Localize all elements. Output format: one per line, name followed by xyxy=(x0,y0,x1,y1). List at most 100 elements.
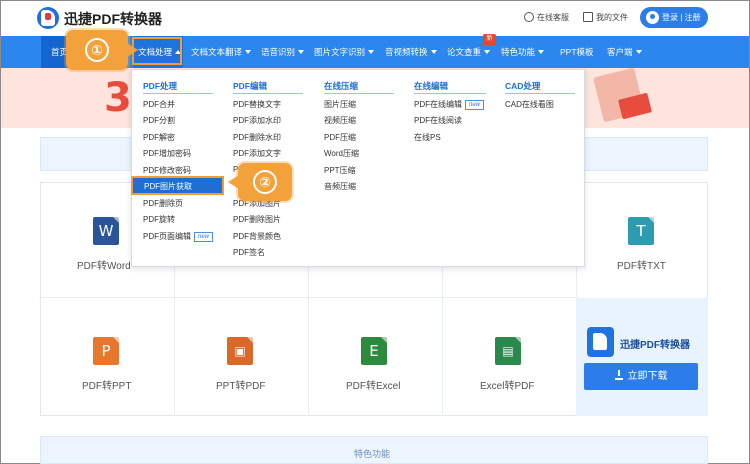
menu-item-pdf-page-edit-label: PDF页面编辑 xyxy=(143,232,191,241)
step-number-1: ① xyxy=(85,38,109,62)
new-tag: new xyxy=(465,100,485,110)
step-callout-1: ① xyxy=(66,30,138,70)
menu-item-pdf-add-password[interactable]: PDF增加密码 xyxy=(143,148,191,159)
menu-item-pdf-online-read[interactable]: PDF在线阅读 xyxy=(414,115,462,126)
step-callout-2: ② xyxy=(228,163,292,201)
online-service-label: 在线客服 xyxy=(537,13,569,22)
caret-down-icon xyxy=(430,50,437,54)
ppt-to-pdf-icon[interactable]: ▣ xyxy=(227,337,253,365)
step-number-2: ② xyxy=(253,170,277,194)
tool-pdf-to-ppt[interactable]: PDF转PPT xyxy=(82,377,131,392)
new-tag: new xyxy=(194,232,214,242)
user-avatar-icon xyxy=(646,11,659,24)
nav-client[interactable]: 客户端 xyxy=(607,36,642,68)
menu-item-cad-online-view[interactable]: CAD在线看图 xyxy=(505,99,554,110)
caret-down-icon xyxy=(484,50,491,54)
dropdown-col-heading: PDF编辑 xyxy=(233,81,268,91)
nav-paper-check-label: 论文查重 xyxy=(447,47,482,57)
menu-item-pdf-image-extract[interactable]: PDF图片获取 xyxy=(131,176,224,195)
tool-pdf-to-word[interactable]: PDF转Word xyxy=(77,257,131,272)
tool-ppt-to-pdf[interactable]: PPT转PDF xyxy=(216,377,265,392)
caret-down-icon xyxy=(635,50,642,54)
txt-file-icon[interactable]: T xyxy=(628,217,654,245)
nav-special-features-label: 特色功能 xyxy=(501,47,536,57)
nav-image-ocr-label: 图片文字识别 xyxy=(314,47,366,57)
column-rule xyxy=(505,93,575,94)
menu-item-pdf-page-edit[interactable]: PDF页面编辑 new xyxy=(143,231,214,242)
download-button[interactable]: 立即下载 xyxy=(584,363,698,390)
menu-item-pdf-delete-image[interactable]: PDF删除图片 xyxy=(233,214,281,225)
headset-icon xyxy=(524,12,534,22)
column-rule xyxy=(233,93,303,94)
login-register-button[interactable]: 登录 | 注册 xyxy=(640,7,708,28)
file-icon xyxy=(583,12,593,22)
menu-item-pdf-merge[interactable]: PDF合并 xyxy=(143,99,175,110)
tool-excel-to-pdf[interactable]: Excel转PDF xyxy=(480,377,534,392)
menu-item-pdf-online-edit-label: PDF在线编辑 xyxy=(414,100,462,109)
caret-down-icon xyxy=(538,50,545,54)
excel-to-pdf-icon[interactable]: ▤ xyxy=(495,337,521,365)
my-files-link[interactable]: 我的文件 xyxy=(583,12,628,23)
dropdown-col-heading: PDF处理 xyxy=(143,81,178,91)
dropdown-col-heading: CAD处理 xyxy=(505,81,541,91)
column-rule xyxy=(324,93,394,94)
menu-item-pdf-signature[interactable]: PDF签名 xyxy=(233,247,265,258)
features-title: 特色功能 xyxy=(354,449,391,459)
menu-item-pdf-online-edit[interactable]: PDF在线编辑 new xyxy=(414,99,485,110)
download-promo-panel xyxy=(576,298,708,416)
nav-speech-recognition-label: 语音识别 xyxy=(261,47,296,57)
download-label: 立即下载 xyxy=(627,371,668,382)
nav-speech-recognition[interactable]: 语音识别 xyxy=(261,36,305,68)
nav-av-convert-label: 音视频转换 xyxy=(385,47,428,57)
banner-big-text: 3 xyxy=(104,75,132,121)
app-logo-icon xyxy=(587,327,614,357)
caret-down-icon xyxy=(245,50,252,54)
menu-item-word-compress[interactable]: Word压缩 xyxy=(324,148,359,159)
nav-image-ocr[interactable]: 图片文字识别 xyxy=(314,36,375,68)
word-file-icon[interactable]: W xyxy=(93,217,119,245)
menu-item-pdf-remove-watermark[interactable]: PDF删除水印 xyxy=(233,132,281,143)
menu-item-pdf-split[interactable]: PDF分割 xyxy=(143,115,175,126)
nav-doc-translate-label: 文档文本翻译 xyxy=(191,47,243,57)
dropdown-col-heading: 在线压缩 xyxy=(324,81,359,91)
menu-item-audio-compress[interactable]: 音频压缩 xyxy=(324,181,356,192)
menu-item-pdf-add-watermark[interactable]: PDF添加水印 xyxy=(233,115,281,126)
menu-item-pdf-rotate[interactable]: PDF旋转 xyxy=(143,214,175,225)
brand-logo-icon[interactable] xyxy=(37,7,59,29)
excel-file-icon[interactable]: E xyxy=(361,337,387,365)
nav-ppt-templates[interactable]: PPT模板 xyxy=(560,36,594,68)
highlight-box-doc-processing xyxy=(132,37,182,65)
caret-down-icon xyxy=(368,50,375,54)
menu-item-pdf-image-extract-label: PDF图片获取 xyxy=(144,182,192,191)
tool-pdf-to-excel[interactable]: PDF转Excel xyxy=(346,377,400,392)
caret-down-icon xyxy=(298,50,305,54)
menu-item-pdf-background-color[interactable]: PDF背景颜色 xyxy=(233,231,281,242)
online-service-link[interactable]: 在线客服 xyxy=(524,12,569,23)
menu-item-image-compress[interactable]: 图片压缩 xyxy=(324,99,356,110)
column-rule xyxy=(143,93,213,94)
promo-title: 迅捷PDF转换器 xyxy=(620,340,690,351)
menu-item-ppt-compress[interactable]: PPT压缩 xyxy=(324,165,356,176)
nav-client-label: 客户端 xyxy=(607,47,633,57)
column-rule xyxy=(414,93,486,94)
tool-pdf-to-txt[interactable]: PDF转TXT xyxy=(617,257,666,272)
menu-item-pdf-change-password[interactable]: PDF修改密码 xyxy=(143,165,191,176)
menu-item-video-compress[interactable]: 视频压缩 xyxy=(324,115,356,126)
grid-divider xyxy=(40,297,576,298)
menu-item-pdf-delete-page[interactable]: PDF删除页 xyxy=(143,198,183,209)
nav-doc-translate[interactable]: 文档文本翻译 xyxy=(191,36,252,68)
brand-name[interactable]: 迅捷PDF转换器 xyxy=(64,9,162,29)
menu-item-pdf-compress[interactable]: PDF压缩 xyxy=(324,132,356,143)
menu-item-online-ps[interactable]: 在线PS xyxy=(414,132,441,143)
menu-item-pdf-decrypt[interactable]: PDF解密 xyxy=(143,132,175,143)
new-badge: 新 xyxy=(483,34,496,45)
ppt-file-icon[interactable]: P xyxy=(93,337,119,365)
nav-special-features[interactable]: 特色功能 xyxy=(501,36,545,68)
nav-av-convert[interactable]: 音视频转换 xyxy=(385,36,437,68)
menu-item-pdf-replace-text[interactable]: PDF替换文字 xyxy=(233,99,281,110)
login-register-label: 登录 | 注册 xyxy=(662,13,701,22)
menu-item-pdf-add-text[interactable]: PDF添加文字 xyxy=(233,148,281,159)
dropdown-col-heading: 在线编辑 xyxy=(414,81,449,91)
my-files-label: 我的文件 xyxy=(596,13,628,22)
download-icon xyxy=(614,370,623,380)
